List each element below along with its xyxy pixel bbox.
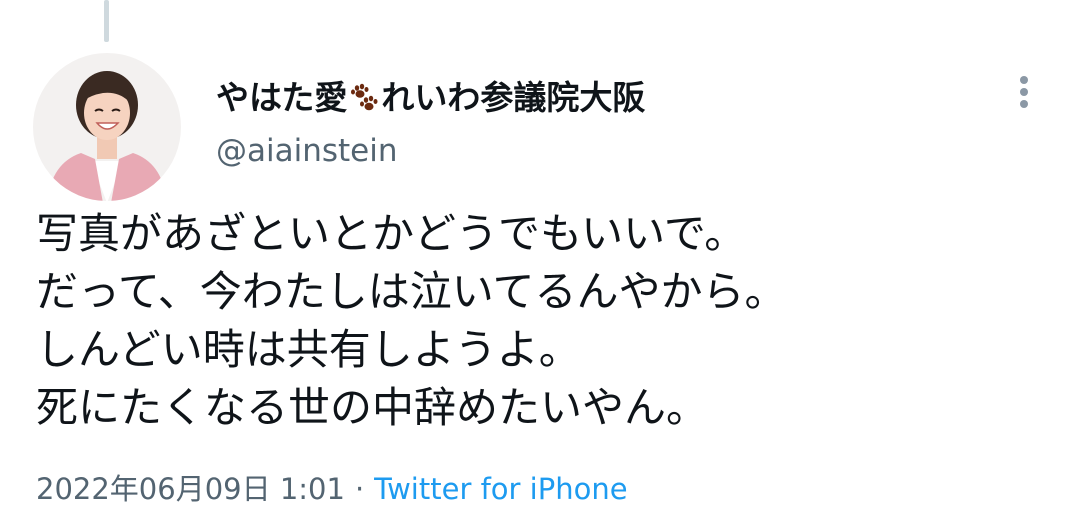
display-name-part2: れいわ参議院大阪 [381, 78, 646, 117]
tweet-text: 写真があざといとかどうでもいいで。 だって、今わたしは泣いてるんやから。 しんど… [36, 205, 1046, 437]
avatar[interactable] [33, 53, 181, 201]
thread-connector-line [104, 0, 109, 42]
separator-dot: · [354, 472, 365, 506]
tweet-line: 写真があざといとかどうでもいいで。 [36, 209, 747, 258]
more-vertical-icon [1020, 76, 1028, 108]
tweet-line: しんどい時は共有しようよ。 [36, 325, 581, 374]
tweet-date: 2022年06月09日 [36, 472, 271, 506]
tweet-time[interactable]: 1:01 [280, 472, 345, 506]
user-handle[interactable]: @aiainstein [216, 131, 398, 171]
tweet-metadata: 2022年06月09日 1:01 · Twitter for iPhone [36, 470, 628, 508]
tweet-line: 死にたくなる世の中辞めたいやん。 [36, 383, 709, 432]
more-options-button[interactable] [1004, 70, 1044, 114]
source-link[interactable]: Twitter for iPhone [374, 472, 627, 506]
display-name-part1: やはた愛 [216, 78, 348, 117]
tweet-line: だって、今わたしは泣いてるんやから。 [36, 267, 787, 316]
display-name[interactable]: やはた愛 れいわ参議院大阪 [216, 78, 645, 122]
paw-prints-icon [349, 82, 379, 122]
